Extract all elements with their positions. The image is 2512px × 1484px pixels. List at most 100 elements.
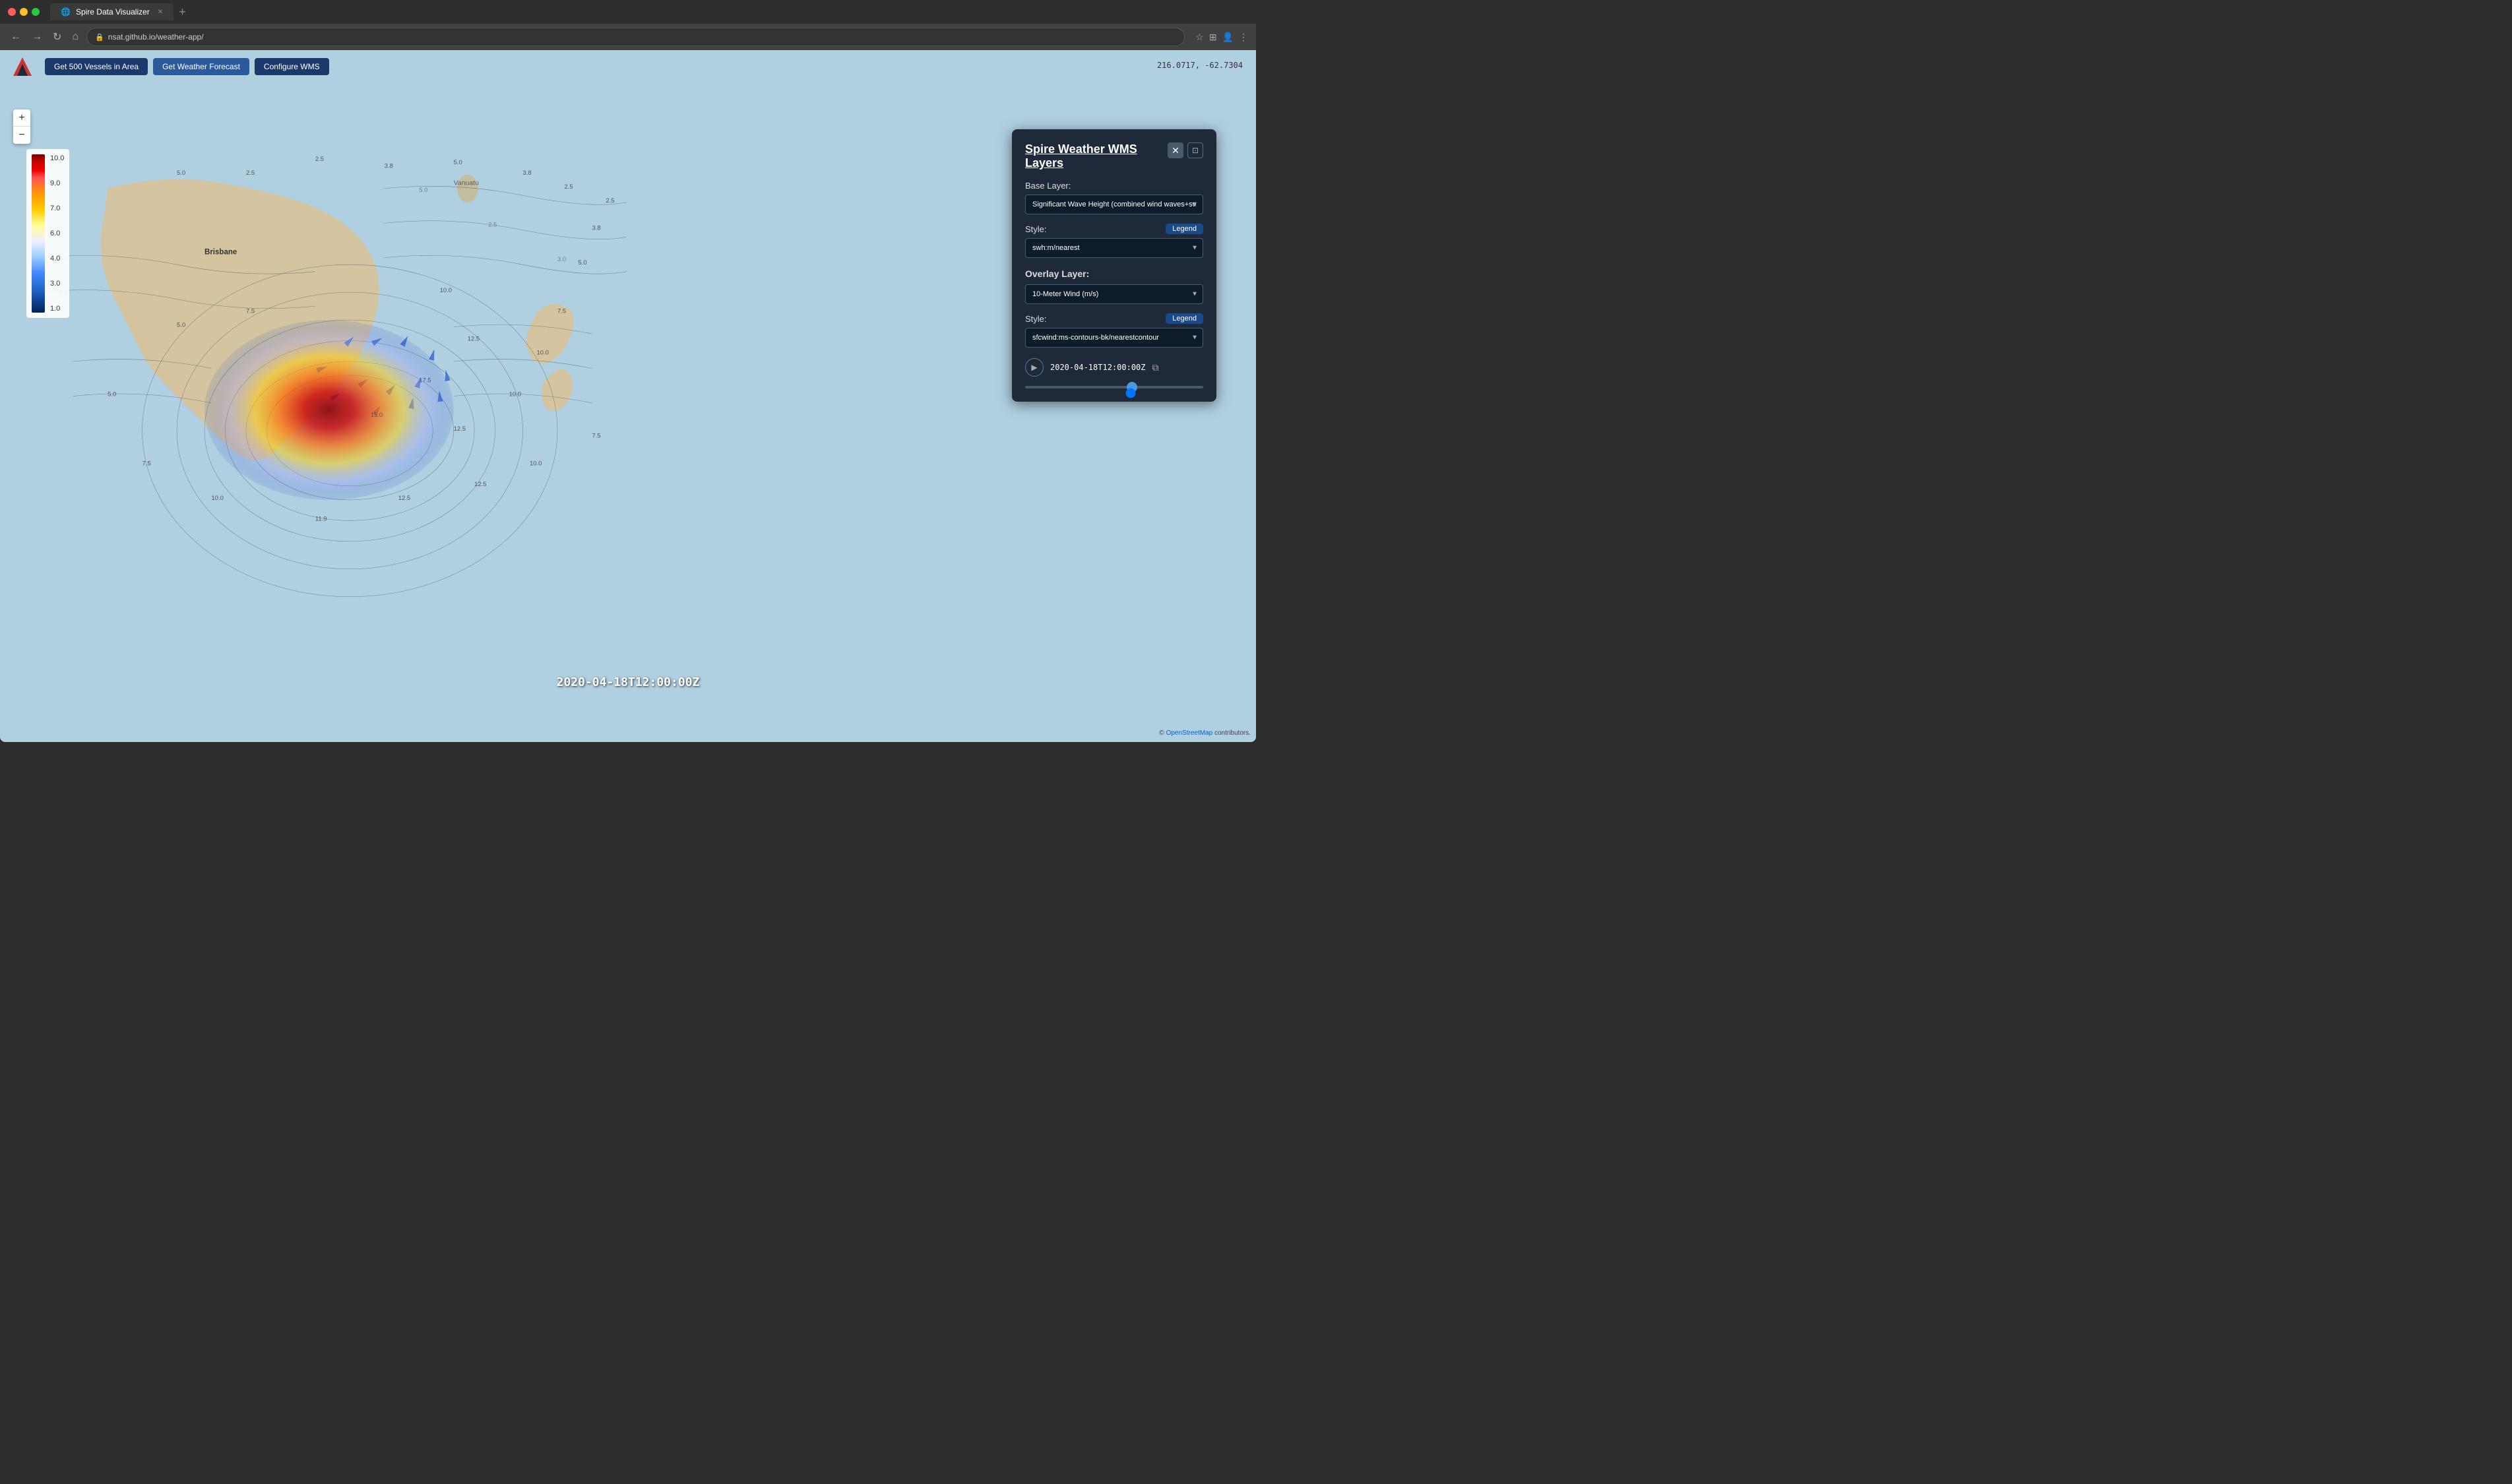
tab-bar: 🌐 Spire Data Visualizer ✕ + (50, 3, 186, 20)
svg-text:10.0: 10.0 (509, 391, 521, 398)
browser-titlebar: 🌐 Spire Data Visualizer ✕ + (0, 0, 1256, 24)
overlay-layer-select[interactable]: 10-Meter Wind (m/s)Wind DirectionNone (1025, 284, 1203, 304)
svg-text:12.5: 12.5 (398, 495, 410, 502)
wms-overlay-style-section: Style: Legend sfcwind:ms-contours-bk/nea… (1025, 313, 1203, 348)
svg-text:10.0: 10.0 (440, 287, 452, 294)
svg-text:7.5: 7.5 (142, 460, 151, 467)
overlay-layer-title: Overlay Layer: (1025, 268, 1203, 279)
overlay-style-select-wrapper: sfcwind:ms-contours-bk/nearestcontour (1025, 328, 1203, 348)
svg-text:7.5: 7.5 (592, 432, 600, 439)
legend-value-3: 3.0 (50, 280, 64, 288)
weather-button[interactable]: Get Weather Forecast (153, 58, 249, 75)
tab-title: Spire Data Visualizer (76, 7, 150, 16)
base-layer-select-wrapper: Significant Wave Height (combined wind w… (1025, 195, 1203, 214)
maximize-traffic-light[interactable] (32, 8, 40, 16)
openstreetmap-link[interactable]: OpenStreetMap (1166, 729, 1213, 737)
legend-value-max: 10.0 (50, 154, 64, 162)
svg-text:Brisbane: Brisbane (204, 248, 237, 256)
play-button[interactable]: ▶ (1025, 358, 1044, 377)
app-content: Vanuatu (0, 50, 1256, 742)
legend-value-4: 4.0 (50, 255, 64, 263)
forward-button[interactable]: → (29, 28, 45, 46)
legend-labels: 10.0 9.0 7.0 6.0 4.0 3.0 1.0 (47, 154, 64, 313)
svg-text:5.0: 5.0 (454, 159, 462, 166)
svg-text:12.5: 12.5 (468, 336, 480, 343)
browser-tab-active[interactable]: 🌐 Spire Data Visualizer ✕ (50, 3, 173, 20)
base-legend-button[interactable]: Legend (1166, 224, 1203, 234)
svg-text:Vanuatu: Vanuatu (454, 180, 479, 187)
playback-controls: ▶ 2020-04-18T12:00:00Z ⧉ (1025, 358, 1203, 377)
home-button[interactable]: ⌂ (69, 28, 81, 46)
tab-close-icon[interactable]: ✕ (158, 9, 163, 16)
overlay-style-row: Style: Legend (1025, 313, 1203, 324)
zoom-in-button[interactable]: + (13, 109, 30, 127)
svg-text:12.5: 12.5 (454, 425, 466, 433)
svg-text:15.0: 15.0 (371, 412, 383, 419)
svg-text:10.0: 10.0 (212, 495, 224, 502)
refresh-button[interactable]: ↻ (50, 28, 64, 46)
base-style-label: Style: (1025, 224, 1047, 234)
svg-text:5.0: 5.0 (177, 322, 185, 329)
wms-overlay-section: Overlay Layer: 10-Meter Wind (m/s)Wind D… (1025, 268, 1203, 304)
toolbar-icons: ☆ ⊞ 👤 ⋮ (1195, 32, 1248, 43)
svg-text:5.0: 5.0 (578, 259, 586, 266)
wms-panel-header: Spire Weather WMS Layers ✕ ⊡ (1025, 142, 1203, 170)
browser-window: 🌐 Spire Data Visualizer ✕ + ← → ↻ ⌂ 🔒 ns… (0, 0, 1256, 742)
menu-icon[interactable]: ⋮ (1239, 32, 1248, 43)
base-style-select[interactable]: swh:m/nearestswh:m/linear (1025, 238, 1203, 258)
base-layer-label: Base Layer: (1025, 181, 1203, 191)
wms-base-style-section: Style: Legend swh:m/nearestswh:m/linear (1025, 224, 1203, 258)
base-style-select-wrapper: swh:m/nearestswh:m/linear (1025, 238, 1203, 258)
svg-text:3.0: 3.0 (557, 256, 566, 263)
svg-text:5.0: 5.0 (108, 391, 116, 398)
timeline-slider (1025, 386, 1203, 388)
legend-gradient-bar (32, 154, 45, 313)
map-timestamp: 2020-04-18T12:00:00Z (557, 675, 700, 689)
legend-value-9: 9.0 (50, 179, 64, 187)
profile-icon[interactable]: 👤 (1222, 32, 1234, 43)
address-bar[interactable]: 🔒 nsat.github.io/weather-app/ (86, 28, 1185, 46)
map-background: Vanuatu (0, 50, 1256, 742)
base-layer-select[interactable]: Significant Wave Height (combined wind w… (1025, 195, 1203, 214)
attribution-copyright: © (1159, 729, 1166, 737)
lock-icon: 🔒 (95, 33, 104, 42)
playback-timestamp: 2020-04-18T12:00:00Z (1050, 363, 1146, 372)
copy-timestamp-button[interactable]: ⧉ (1152, 362, 1159, 373)
app-logo (11, 55, 34, 78)
svg-text:7.5: 7.5 (557, 308, 566, 315)
color-legend: 10.0 9.0 7.0 6.0 4.0 3.0 1.0 (26, 149, 69, 318)
back-button[interactable]: ← (8, 28, 24, 46)
vessels-button[interactable]: Get 500 Vessels in Area (45, 58, 148, 75)
overlay-style-label: Style: (1025, 314, 1047, 324)
timeline-range-input[interactable] (1025, 392, 1203, 394)
overlay-legend-button[interactable]: Legend (1166, 313, 1203, 324)
bookmark-icon[interactable]: ☆ (1195, 32, 1204, 43)
overlay-style-select[interactable]: sfcwind:ms-contours-bk/nearestcontour (1025, 328, 1203, 348)
close-traffic-light[interactable] (8, 8, 16, 16)
wms-resize-button[interactable]: ⊡ (1187, 142, 1203, 158)
svg-text:17.5: 17.5 (419, 377, 431, 385)
configure-wms-button[interactable]: Configure WMS (255, 58, 329, 75)
url-text: nsat.github.io/weather-app/ (108, 32, 204, 42)
svg-text:2.5: 2.5 (488, 221, 497, 228)
overlay-layer-select-wrapper: 10-Meter Wind (m/s)Wind DirectionNone (1025, 284, 1203, 304)
minimize-traffic-light[interactable] (20, 8, 28, 16)
svg-text:2.5: 2.5 (315, 156, 324, 163)
attribution-contributors: contributors. (1212, 729, 1251, 737)
attribution: © OpenStreetMap contributors. (1159, 729, 1251, 737)
svg-text:10.0: 10.0 (537, 350, 549, 357)
zoom-out-button[interactable]: − (13, 127, 30, 144)
wms-panel-title: Spire Weather WMS Layers (1025, 142, 1168, 170)
legend-value-7: 7.0 (50, 204, 64, 212)
new-tab-button[interactable]: + (179, 5, 186, 19)
svg-text:2.5: 2.5 (246, 170, 255, 177)
svg-text:2.5: 2.5 (564, 183, 573, 191)
svg-text:10.0: 10.0 (530, 460, 542, 467)
browser-toolbar: ← → ↻ ⌂ 🔒 nsat.github.io/weather-app/ ☆ … (0, 24, 1256, 50)
svg-text:11.9: 11.9 (315, 515, 327, 522)
extensions-icon[interactable]: ⊞ (1209, 32, 1217, 43)
wms-close-button[interactable]: ✕ (1168, 142, 1183, 158)
tab-favicon: 🌐 (61, 7, 71, 16)
wms-panel: Spire Weather WMS Layers ✕ ⊡ Base Layer:… (1012, 129, 1216, 402)
legend-value-min: 1.0 (50, 305, 64, 313)
